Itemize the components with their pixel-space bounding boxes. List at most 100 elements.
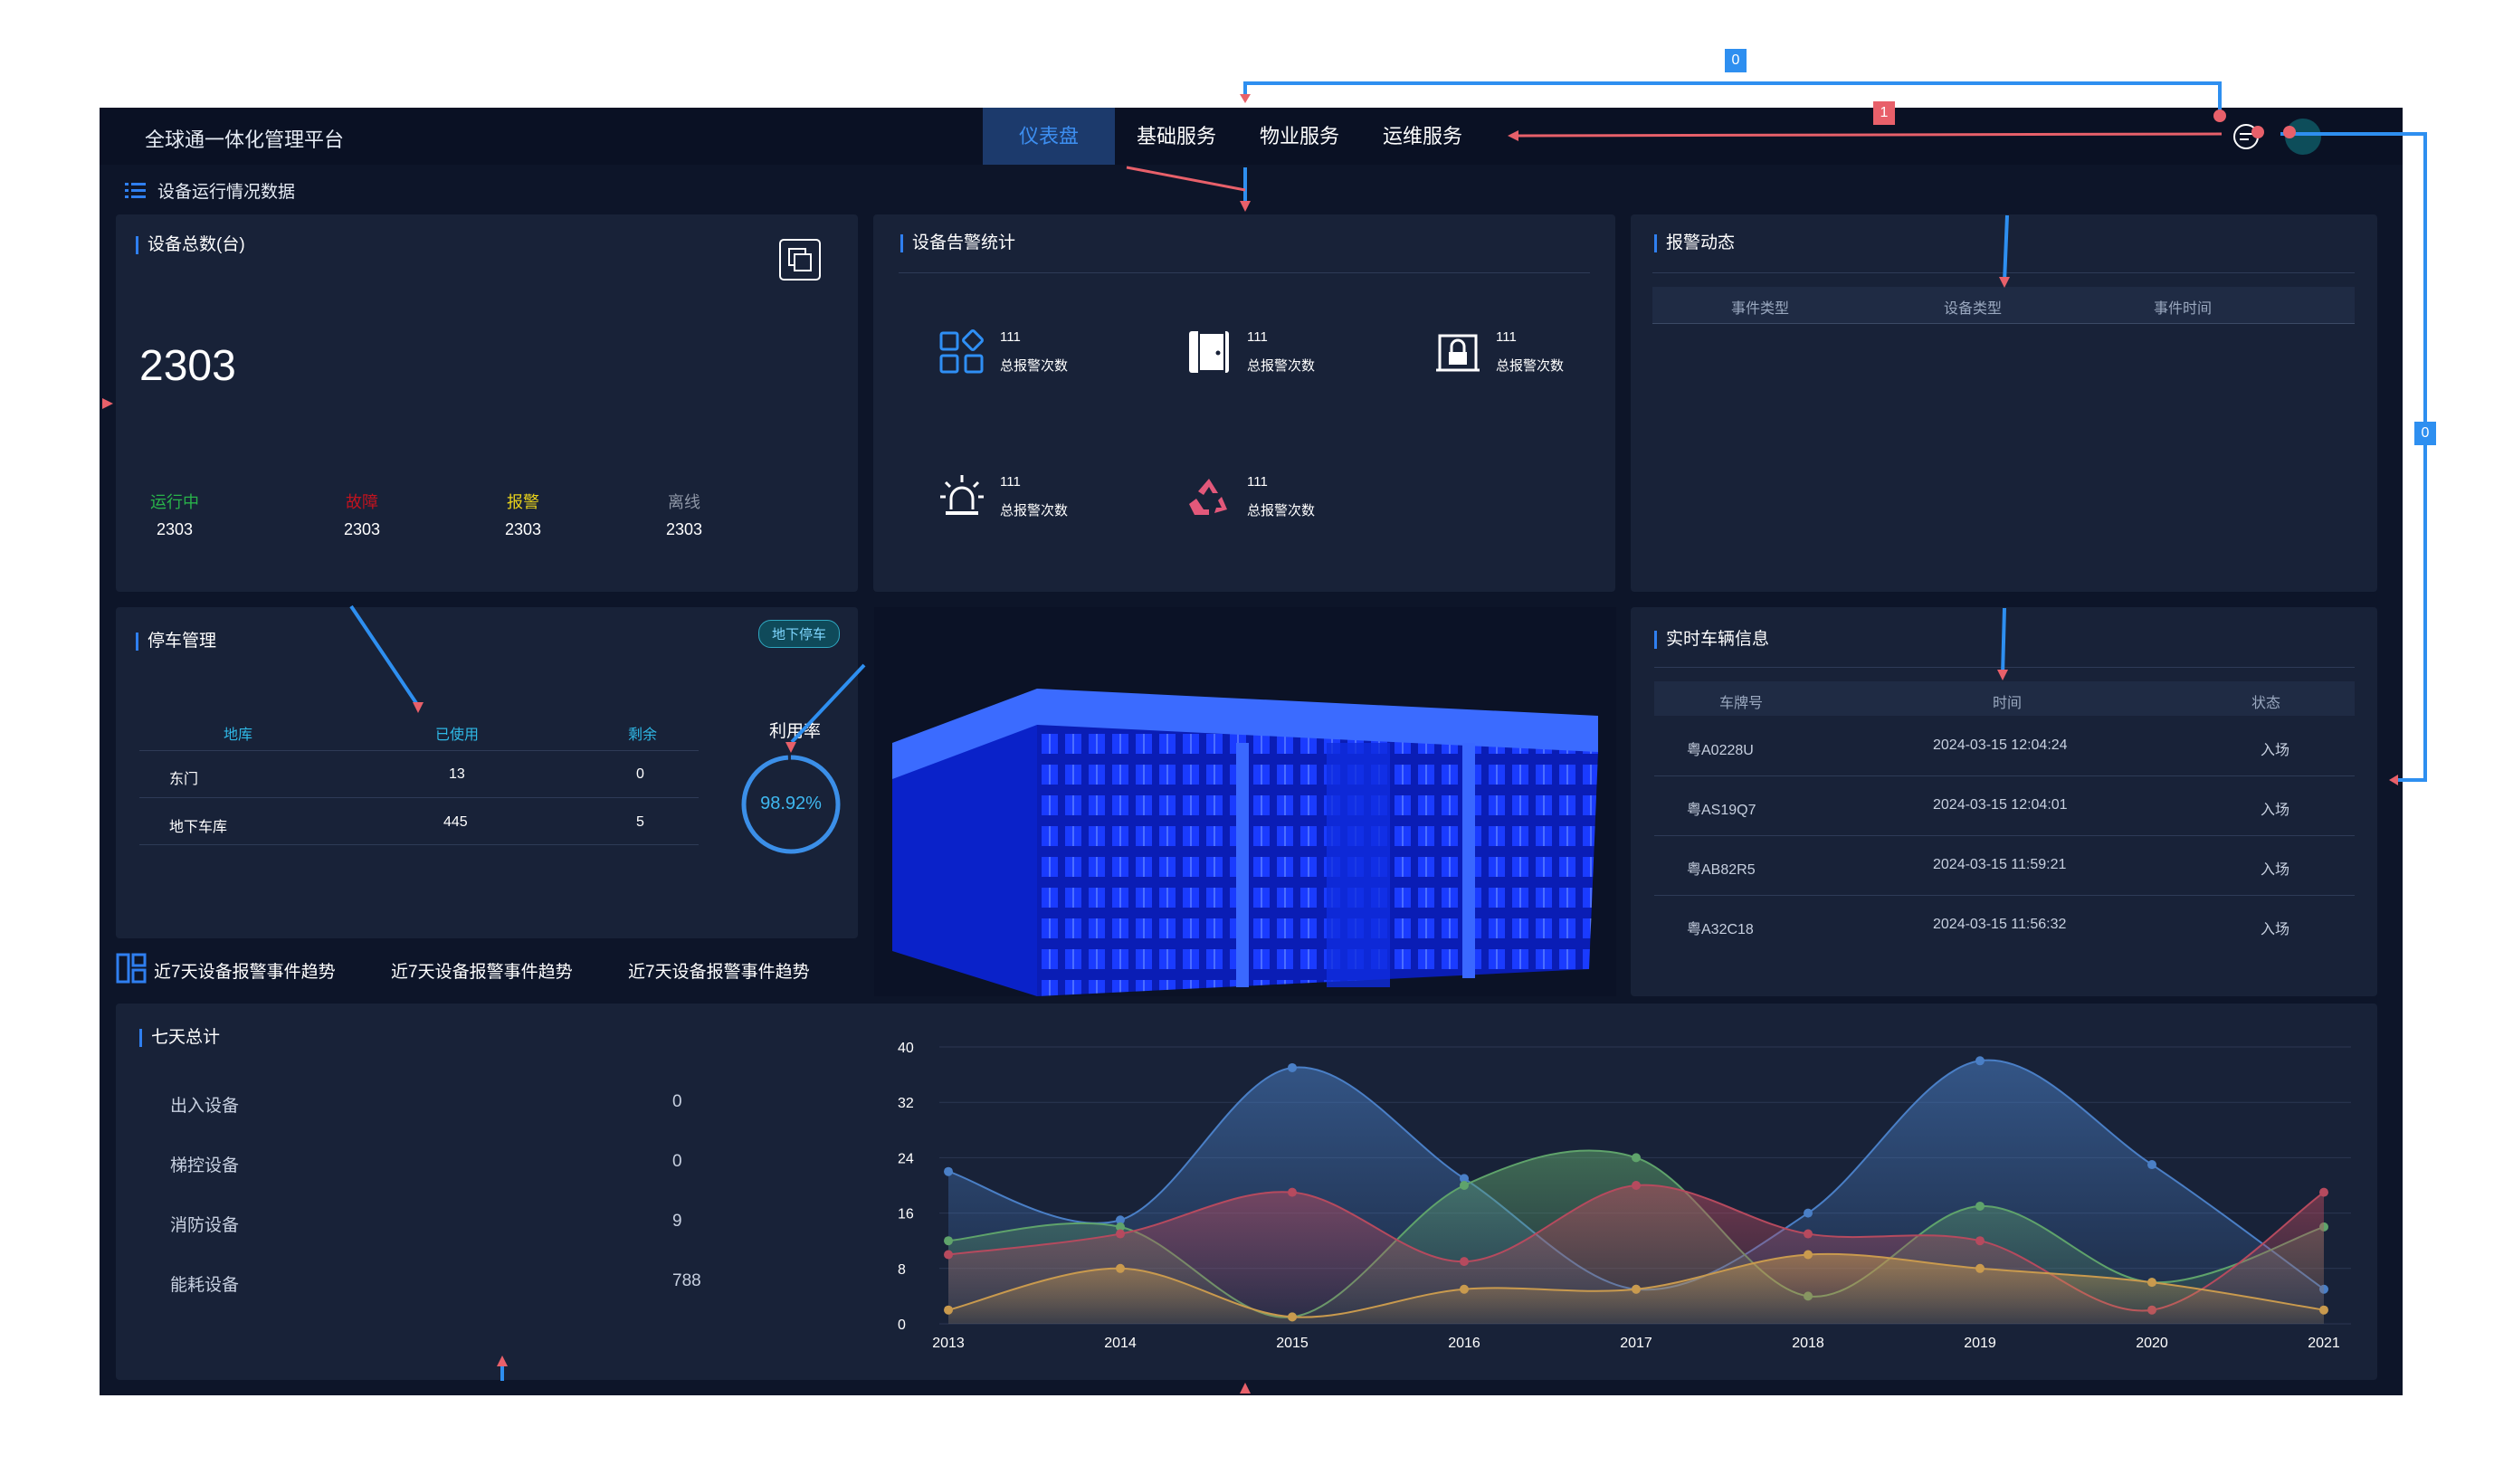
table-cell: 东门: [169, 772, 199, 787]
tab-trend-2[interactable]: 近7天设备报警事件趋势: [391, 958, 573, 983]
divider: [139, 797, 699, 798]
x-tick-label: 2013: [932, 1336, 965, 1351]
alarm-item[interactable]: 111 总报警次数: [1185, 328, 1315, 376]
divider: [1654, 895, 2355, 896]
divider: [899, 272, 1590, 273]
summary-value: 0: [672, 1152, 682, 1171]
nav-property-services[interactable]: 物业服务: [1238, 108, 1361, 165]
siren-icon: [940, 475, 984, 515]
trend-area-chart[interactable]: 0 8 16 24 32 40 2013 2014 2015 2016 2017 2018 2019 20…: [876, 1022, 2360, 1371]
column-header: 车牌号: [1719, 696, 1764, 711]
parking-tag[interactable]: 地下停车: [757, 620, 840, 648]
apps-grid-icon: [939, 329, 984, 374]
alarm-count: 111: [1000, 474, 1021, 490]
x-tick-label: 2019: [1964, 1336, 1996, 1351]
stat-running-value: 2303: [156, 520, 194, 538]
nav-ops-services[interactable]: 运维服务: [1361, 108, 1484, 165]
message-icon[interactable]: [2231, 121, 2261, 152]
summary-value: 0: [672, 1092, 682, 1111]
alarm-item[interactable]: 111 总报警次数: [938, 328, 1068, 376]
summary-value: 9: [672, 1212, 682, 1231]
alarm-stats-panel: 设备告警统计 111 总报警次数 111 总报警次数 111 总报警次数 111…: [873, 214, 1615, 592]
table-cell: 2024-03-15 12:04:01: [1933, 797, 2068, 813]
y-tick-label: 32: [898, 1096, 914, 1111]
divider: [1654, 835, 2355, 836]
divider: [139, 844, 699, 845]
nav-dashboard[interactable]: 仪表盘: [983, 108, 1115, 165]
divider: [1654, 775, 2355, 776]
stat-alarm-label: 报警: [507, 493, 539, 511]
data-point: [1288, 1187, 1297, 1197]
table-cell: 地下车库: [169, 820, 228, 835]
summary-label: 梯控设备: [170, 1156, 240, 1175]
data-point: [1975, 1201, 1985, 1211]
data-point: [1460, 1257, 1469, 1267]
lock-icon: [1436, 334, 1480, 372]
annotation-arrow: [1240, 94, 1251, 103]
column-header: 剩余: [628, 728, 658, 743]
data-point: [1632, 1153, 1641, 1163]
data-point: [1975, 1263, 1985, 1273]
data-point: [1804, 1229, 1813, 1239]
vehicles-list[interactable]: 粤A0228U 2024-03-15 12:04:24 入场 粤AS19Q7 2…: [1654, 716, 2355, 978]
divider: [1652, 272, 2355, 273]
column-header: 事件类型: [1731, 301, 1790, 317]
alarm-count: 111: [1000, 329, 1021, 345]
alarm-stats-title: 设备告警统计: [900, 234, 1015, 252]
utilization-value: 98.92%: [760, 794, 822, 813]
data-point: [2319, 1187, 2328, 1197]
divider: [1654, 667, 2355, 668]
data-point: [1632, 1181, 1641, 1190]
alarm-label: 总报警次数: [1000, 358, 1069, 374]
main-nav: 仪表盘 基础服务 物业服务 运维服务: [983, 108, 1484, 165]
utilization-label: 利用率: [769, 722, 822, 741]
alarm-item[interactable]: 111 总报警次数: [1434, 328, 1564, 376]
annotation-badge-red: 1: [1873, 101, 1895, 125]
stat-offline: 离线 2303: [648, 490, 720, 539]
data-point: [1804, 1208, 1813, 1218]
top-bar: 全球通一体化管理平台 仪表盘 基础服务 物业服务 运维服务: [100, 108, 2403, 165]
alarm-feed-title: 报警动态: [1654, 234, 1735, 252]
data-point: [1288, 1062, 1297, 1072]
alarm-label: 总报警次数: [1247, 358, 1316, 374]
data-point: [944, 1305, 953, 1315]
vehicles-panel: 实时车辆信息 车牌号 时间 状态 粤A0228U 2024-03-15 12:0…: [1631, 607, 2377, 996]
alarm-count: 111: [1247, 329, 1268, 345]
table-cell: 入场: [2261, 922, 2290, 937]
table-cell: 入场: [2261, 803, 2290, 818]
column-header: 地库: [224, 728, 253, 743]
table-cell: 粤AS19Q7: [1687, 803, 1756, 818]
dashboard-grid-icon: [116, 953, 147, 984]
column-header: 设备类型: [1944, 301, 2003, 317]
data-point: [1632, 1284, 1641, 1294]
data-point: [1804, 1250, 1813, 1260]
tab-trend-1[interactable]: 近7天设备报警事件趋势: [154, 958, 336, 983]
data-point: [944, 1250, 953, 1260]
alarm-feed-header: 事件类型 设备类型 事件时间: [1652, 287, 2355, 323]
avatar[interactable]: [2285, 119, 2321, 155]
alarm-label: 总报警次数: [1247, 503, 1316, 518]
copy-icon[interactable]: [778, 238, 822, 281]
stat-alarm-value: 2303: [504, 520, 542, 538]
data-point: [1460, 1181, 1469, 1190]
alarm-item[interactable]: 111 总报警次数: [938, 473, 1068, 520]
data-point: [944, 1236, 953, 1246]
x-tick-label: 2018: [1792, 1336, 1824, 1351]
alarm-item[interactable]: 111 总报警次数: [1185, 473, 1315, 520]
nav-basic-services[interactable]: 基础服务: [1115, 108, 1238, 165]
table-cell: 入场: [2261, 743, 2290, 758]
x-tick-label: 2014: [1104, 1336, 1137, 1351]
data-point: [2319, 1305, 2328, 1315]
table-cell: 5: [636, 814, 644, 830]
list-icon: [125, 182, 146, 198]
tab-trend-3[interactable]: 近7天设备报警事件趋势: [628, 958, 810, 983]
column-header: 已使用: [435, 728, 480, 743]
alarm-count: 111: [1247, 474, 1268, 490]
table-cell: 2024-03-15 12:04:24: [1933, 737, 2068, 753]
stat-fault-value: 2303: [343, 520, 381, 538]
device-total-title: 设备总数(台): [136, 236, 245, 254]
summary-chart-panel: 七天总计 出入设备 0 梯控设备 0 消防设备 9 能耗设备 788 0 8 16 2…: [116, 1004, 2377, 1380]
annotation-line-blue: [1243, 81, 2222, 110]
table-cell: 入场: [2261, 862, 2290, 878]
annotation-badge-side: 0: [2414, 422, 2436, 445]
